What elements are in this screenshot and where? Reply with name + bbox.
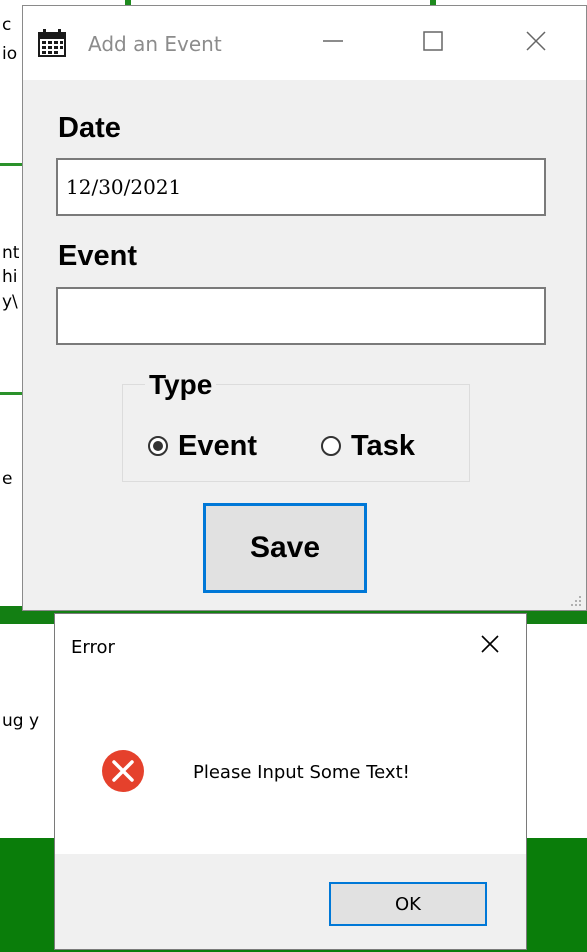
close-button[interactable] — [506, 18, 566, 68]
error-dialog: Error Please Input Some Text! OK — [54, 613, 527, 950]
radio-unchecked-icon — [321, 436, 341, 456]
error-message: Please Input Some Text! — [193, 762, 410, 783]
event-input[interactable] — [56, 287, 546, 345]
type-legend: Type — [145, 368, 217, 402]
radio-task[interactable]: Task — [321, 426, 415, 466]
background-text: nt — [2, 243, 20, 263]
background-text: c — [2, 15, 12, 35]
background-text: ug y — [2, 711, 40, 731]
calendar-icon — [37, 28, 67, 58]
event-label: Event — [58, 240, 137, 272]
background-text: io — [2, 44, 18, 64]
window-title: Add an Event — [88, 32, 222, 56]
radio-task-label: Task — [351, 430, 415, 462]
radio-checked-icon — [148, 436, 168, 456]
date-input[interactable] — [56, 158, 546, 216]
add-event-window: Add an Event Date Event Type Event Task … — [22, 5, 587, 611]
close-icon — [524, 29, 548, 57]
save-button[interactable]: Save — [203, 503, 367, 593]
maximize-button[interactable] — [403, 18, 463, 68]
error-dialog-footer: OK — [55, 854, 526, 949]
close-icon — [479, 633, 501, 659]
ok-button[interactable]: OK — [329, 882, 487, 926]
resize-grip-icon[interactable] — [568, 592, 582, 606]
error-dialog-title: Error — [71, 637, 115, 658]
maximize-icon — [421, 29, 445, 57]
radio-event-label: Event — [178, 430, 257, 462]
radio-event[interactable]: Event — [148, 426, 257, 466]
error-icon — [101, 749, 145, 793]
background-text: y\ — [2, 292, 18, 312]
background-text: hi — [2, 267, 18, 287]
minimize-button[interactable] — [303, 18, 363, 68]
error-close-button[interactable] — [465, 626, 515, 666]
minimize-icon — [321, 29, 345, 57]
titlebar[interactable]: Add an Event — [23, 6, 586, 80]
date-label: Date — [58, 112, 121, 144]
background-text: e — [2, 469, 13, 489]
